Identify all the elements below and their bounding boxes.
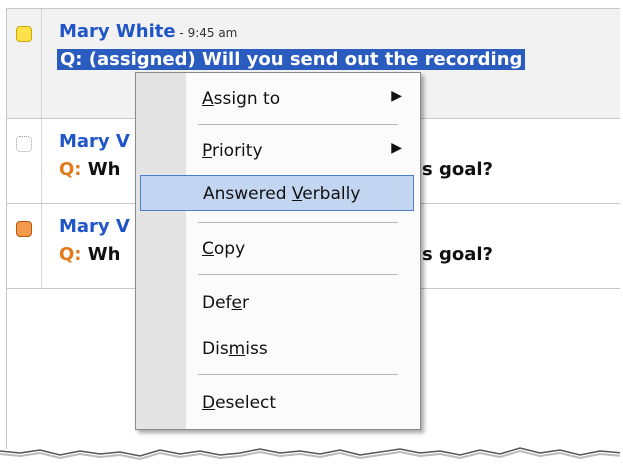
separator: - — [175, 26, 188, 40]
menu-item-label: Defer — [202, 293, 249, 313]
access-key: m — [228, 339, 246, 359]
flag-gutter — [7, 119, 42, 203]
question-tail: s goal? — [422, 244, 493, 265]
menu-item-label: Copy — [202, 239, 245, 259]
submenu-arrow-icon: ▶ — [391, 88, 402, 104]
menu-item-answered-verbally[interactable]: Answered Verbally — [140, 175, 414, 211]
question-tail: s goal? — [422, 159, 493, 180]
access-key: e — [231, 293, 243, 313]
access-key: P — [202, 141, 212, 161]
question-text-selected[interactable]: Q: (assigned) Will you send out the reco… — [57, 49, 526, 70]
menu-separator — [198, 274, 398, 275]
question-text-tail: s goal? — [422, 244, 493, 265]
timestamp: 9:45 am — [187, 26, 238, 40]
flag-gutter — [7, 204, 42, 288]
access-key: V — [291, 184, 303, 204]
menu-item-assign-to[interactable]: Assign to ▶ — [136, 81, 420, 117]
orange-flag-icon[interactable] — [16, 221, 32, 237]
question-label: Q: — [59, 159, 82, 180]
label-post: eselect — [215, 393, 277, 413]
screenshot-frame: Mary White - 9:45 am Q: (assigned) Will … — [0, 0, 620, 470]
menu-item-label: Deselect — [202, 393, 276, 413]
access-key: A — [202, 89, 214, 109]
question-label: Q: — [59, 244, 82, 265]
label-post: erbally — [302, 184, 361, 204]
menu-item-priority[interactable]: Priority ▶ — [136, 133, 420, 169]
question-header: Mary V — [59, 216, 130, 237]
author-name: Mary White — [59, 21, 176, 42]
label-post: iss — [245, 339, 268, 359]
menu-item-copy[interactable]: Copy — [136, 231, 420, 267]
question-text-tail: s goal? — [422, 159, 493, 180]
label-pre: Def — [202, 293, 232, 313]
question-text[interactable]: Q: Wh — [59, 244, 120, 265]
menu-item-deselect[interactable]: Deselect — [136, 385, 420, 421]
label-post: ssign to — [213, 89, 281, 109]
flag-gutter — [7, 9, 42, 118]
question-header: Mary V — [59, 131, 130, 152]
torn-edge-decoration — [0, 447, 620, 470]
yellow-flag-icon[interactable] — [16, 26, 32, 42]
question-header: Mary White - 9:45 am — [59, 21, 237, 42]
menu-item-label: Dismiss — [202, 339, 268, 359]
menu-item-defer[interactable]: Defer — [136, 285, 420, 321]
context-menu: Assign to ▶ Priority ▶ Answered Verbally… — [135, 72, 421, 430]
label-post: opy — [213, 239, 246, 259]
access-key: C — [202, 239, 214, 259]
question-body: Wh — [81, 159, 121, 180]
access-key: D — [202, 393, 216, 413]
author-name: Mary V — [59, 216, 130, 237]
menu-item-label: Assign to — [202, 89, 280, 109]
question-body: Wh — [81, 244, 121, 265]
submenu-arrow-icon: ▶ — [391, 140, 402, 156]
question-text[interactable]: Q: Wh — [59, 159, 120, 180]
author-name: Mary V — [59, 131, 130, 152]
label-post: r — [242, 293, 250, 313]
label-pre: Dis — [202, 339, 229, 359]
menu-item-label: Priority — [202, 141, 263, 161]
menu-separator — [198, 222, 398, 223]
menu-separator — [198, 374, 398, 375]
menu-item-dismiss[interactable]: Dismiss — [136, 331, 420, 367]
label-post: riority — [211, 141, 263, 161]
menu-separator — [198, 124, 398, 125]
menu-item-label: Answered Verbally — [203, 184, 360, 204]
label-pre: Answered — [203, 184, 292, 204]
empty-flag-icon[interactable] — [16, 136, 32, 152]
